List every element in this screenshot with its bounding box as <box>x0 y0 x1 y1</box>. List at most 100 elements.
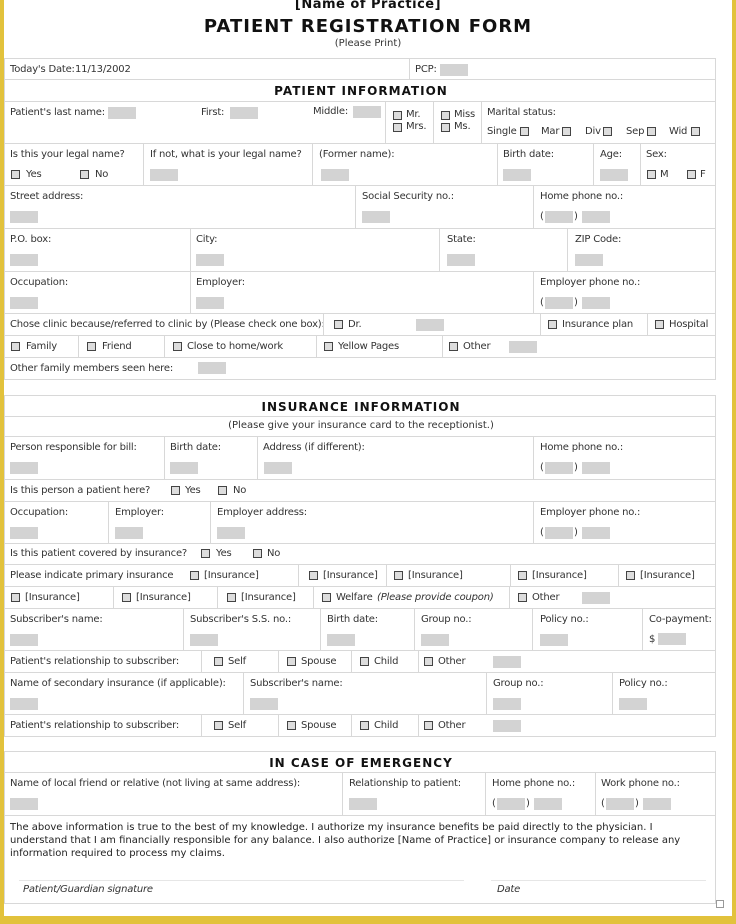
referral-dr-field[interactable] <box>416 319 444 331</box>
ins-7-checkbox[interactable] <box>122 593 131 602</box>
marital-single-checkbox[interactable] <box>520 127 529 136</box>
rel-child-checkbox[interactable] <box>360 657 369 666</box>
ins-employer-phone-area-field[interactable] <box>545 527 573 539</box>
subscriber-ss-field[interactable] <box>190 634 218 646</box>
resp-phone-number-field[interactable] <box>582 462 610 474</box>
resp-address-field[interactable] <box>264 462 292 474</box>
employer-phone-number-field[interactable] <box>582 297 610 309</box>
emergency-relationship-field[interactable] <box>349 798 377 810</box>
marital-mar-checkbox[interactable] <box>562 127 571 136</box>
referral-hospital-checkbox[interactable] <box>655 320 664 329</box>
title-miss-checkbox[interactable] <box>441 111 450 120</box>
pcp-field[interactable] <box>440 64 468 76</box>
resp-birth-field[interactable] <box>170 462 198 474</box>
primary-ins-3-checkbox[interactable] <box>394 571 403 580</box>
welfare-checkbox[interactable] <box>322 593 331 602</box>
sex-m-checkbox[interactable] <box>647 170 656 179</box>
ins-8-checkbox[interactable] <box>227 593 236 602</box>
employer-phone-area-field[interactable] <box>545 297 573 309</box>
home-phone-number-field[interactable] <box>582 211 610 223</box>
marital-sep-checkbox[interactable] <box>647 127 656 136</box>
occupation-field[interactable] <box>10 297 38 309</box>
legal-name-field[interactable] <box>150 169 178 181</box>
rel-other-checkbox[interactable] <box>424 657 433 666</box>
responsible-row: Person responsible for bill: Birth date:… <box>4 437 716 480</box>
zip-field[interactable] <box>575 254 603 266</box>
ins-employer-address-field[interactable] <box>217 527 245 539</box>
legal-name-yes-checkbox[interactable] <box>11 170 20 179</box>
ins-employer-phone-number-field[interactable] <box>582 527 610 539</box>
sec-group-field[interactable] <box>493 698 521 710</box>
ins-occupation-field[interactable] <box>10 527 38 539</box>
city-field[interactable] <box>196 254 224 266</box>
sex-f-checkbox[interactable] <box>687 170 696 179</box>
group-no-cell: Group no.: <box>414 609 532 650</box>
po-box-field[interactable] <box>10 254 38 266</box>
rel2-self-checkbox[interactable] <box>214 721 223 730</box>
covered-yes-checkbox[interactable] <box>201 549 210 558</box>
employer-field[interactable] <box>196 297 224 309</box>
home-phone-area-field[interactable] <box>545 211 573 223</box>
referral-yellow-pages-checkbox[interactable] <box>324 342 333 351</box>
referral-other-field[interactable] <box>509 341 537 353</box>
title-mr-checkbox[interactable] <box>393 111 402 120</box>
state-field[interactable] <box>447 254 475 266</box>
title-ms-checkbox[interactable] <box>441 123 450 132</box>
covered-no-checkbox[interactable] <box>253 549 262 558</box>
referral-insurance-checkbox[interactable] <box>548 320 557 329</box>
primary-ins-5-checkbox[interactable] <box>626 571 635 580</box>
sec-policy-field[interactable] <box>619 698 647 710</box>
legal-name-no-checkbox[interactable] <box>80 170 89 179</box>
rel-self-checkbox[interactable] <box>214 657 223 666</box>
primary-ins-2-checkbox[interactable] <box>309 571 318 580</box>
referral-other-checkbox[interactable] <box>449 342 458 351</box>
former-name-field[interactable] <box>321 169 349 181</box>
marital-div-checkbox[interactable] <box>603 127 612 136</box>
subscriber-name-field[interactable] <box>10 634 38 646</box>
ins-other-field[interactable] <box>582 592 610 604</box>
ins-other-checkbox[interactable] <box>518 593 527 602</box>
emergency-work-area-field[interactable] <box>606 798 634 810</box>
signature-line[interactable] <box>19 880 464 881</box>
ins-6-checkbox[interactable] <box>11 593 20 602</box>
rel-other-field[interactable] <box>493 656 521 668</box>
policy-no-field[interactable] <box>540 634 568 646</box>
marital-wid-checkbox[interactable] <box>691 127 700 136</box>
secondary-insurance-field[interactable] <box>10 698 38 710</box>
street-address-field[interactable] <box>10 211 38 223</box>
referral-close-checkbox[interactable] <box>173 342 182 351</box>
rel2-other-checkbox[interactable] <box>424 721 433 730</box>
first-name-field[interactable] <box>230 107 258 119</box>
referral-family-checkbox[interactable] <box>11 342 20 351</box>
birth-date-field[interactable] <box>503 169 531 181</box>
ssn-field[interactable] <box>362 211 390 223</box>
middle-name-field[interactable] <box>353 106 381 118</box>
resp-phone-area-field[interactable] <box>545 462 573 474</box>
ins-employer-field[interactable] <box>115 527 143 539</box>
age-field[interactable] <box>600 169 628 181</box>
emergency-work-number-field[interactable] <box>643 798 671 810</box>
rel-spouse-checkbox[interactable] <box>287 657 296 666</box>
emergency-friend-field[interactable] <box>10 798 38 810</box>
other-family-field[interactable] <box>198 362 226 374</box>
date-line[interactable] <box>491 880 706 881</box>
responsible-field[interactable] <box>10 462 38 474</box>
primary-ins-1-checkbox[interactable] <box>190 571 199 580</box>
copayment-field[interactable] <box>658 633 686 645</box>
sec-subscriber-field[interactable] <box>250 698 278 710</box>
referral-dr-checkbox[interactable] <box>334 320 343 329</box>
emergency-home-number-field[interactable] <box>534 798 562 810</box>
is-patient-yes-checkbox[interactable] <box>171 486 180 495</box>
rel2-other-field[interactable] <box>493 720 521 732</box>
emergency-home-area-field[interactable] <box>497 798 525 810</box>
title-mrs-checkbox[interactable] <box>393 123 402 132</box>
is-patient-no-checkbox[interactable] <box>218 486 227 495</box>
referral-friend-checkbox[interactable] <box>87 342 96 351</box>
group-no-field[interactable] <box>421 634 449 646</box>
last-name-field[interactable] <box>108 107 136 119</box>
primary-ins-4-checkbox[interactable] <box>518 571 527 580</box>
subscriber-birth-field[interactable] <box>327 634 355 646</box>
rel2-spouse-checkbox[interactable] <box>287 721 296 730</box>
rel2-child-checkbox[interactable] <box>360 721 369 730</box>
resize-handle-icon[interactable] <box>716 900 724 908</box>
